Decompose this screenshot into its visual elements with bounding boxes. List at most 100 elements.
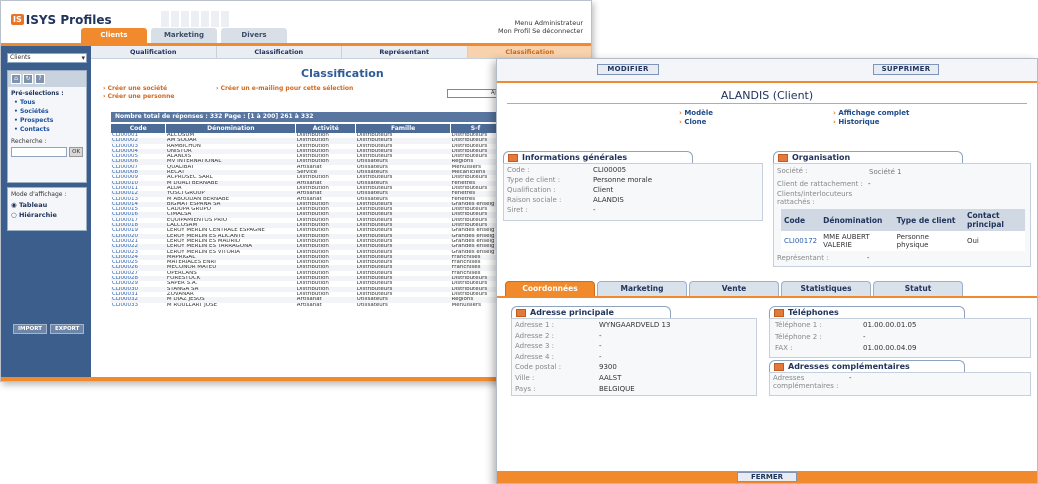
extra-addresses-value: - (849, 374, 852, 382)
create-person-link[interactable]: › Créer une personne (103, 93, 174, 100)
organisation-header: Organisation (773, 151, 963, 163)
preselection-panel: ⌂ ↻ ? Pré-sélections : • Tous • Sociétés… (7, 70, 87, 183)
tab-statut[interactable]: Statut (873, 281, 963, 296)
col-sous-famille[interactable]: S-f (450, 124, 501, 133)
table-row[interactable]: CLI00033 M ROULLART JOSE Artisanat Utilisat… (111, 303, 501, 308)
section-icon (778, 154, 788, 162)
search-row: OK (11, 147, 83, 157)
address-field-value: BELGIQUE (599, 384, 635, 393)
main-tabs: Clients Marketing Divers (81, 28, 291, 43)
subtab-classification[interactable]: Classification (217, 46, 342, 58)
header-decoration (161, 11, 231, 27)
address-field-value: - (599, 331, 602, 340)
subtab-qualification[interactable]: Qualification (91, 46, 217, 58)
code-value: CLI00005 (593, 166, 627, 174)
address-field-label: Adresse 1 : (515, 321, 555, 329)
table-body: CLI00001 ALCOSUM Distribution Distributeurs… (111, 133, 501, 308)
address-field-label: Pays : (515, 384, 536, 393)
tab-marketing[interactable]: Marketing (151, 28, 217, 43)
tab-statistiques[interactable]: Statistiques (781, 281, 871, 296)
address-field-label: Ville : (515, 374, 535, 382)
detail-toolbar: MODIFIER SUPPRIMER (497, 59, 1037, 81)
address-field-label: Adresse 4 : (515, 352, 555, 361)
subtab-classification-active[interactable]: Classification (467, 46, 591, 58)
tab-coordonnees[interactable]: Coordonnées (505, 281, 595, 296)
tab-divers[interactable]: Divers (221, 28, 287, 43)
full-view-link[interactable]: Affichage complet (833, 109, 909, 117)
profile-logout-links[interactable]: Mon Profil Se déconnecter (498, 27, 583, 35)
preselection-societes[interactable]: • Sociétés (8, 107, 86, 116)
modify-button[interactable]: MODIFIER (597, 64, 659, 75)
address-field-value: AALST (599, 374, 622, 382)
help-icon[interactable]: ? (35, 74, 45, 84)
col-activite[interactable]: Activité (295, 124, 357, 133)
entity-select[interactable]: Clients (7, 53, 87, 63)
subtab-representant[interactable]: Représentant (342, 46, 468, 58)
import-button[interactable]: IMPORT (13, 324, 47, 334)
col-denomination[interactable]: Dénomination (165, 124, 297, 133)
extra-addresses-label: Adresses complémentaires : (773, 374, 839, 390)
cell-code[interactable]: CLI00033 (111, 303, 166, 308)
search-label: Recherche : (11, 138, 47, 145)
preselection-all[interactable]: • Tous (8, 98, 86, 107)
clone-link[interactable]: Clone (679, 118, 706, 126)
preselection-prospects[interactable]: • Prospects (8, 116, 86, 125)
radio-hierarchie[interactable]: ○ Hiérarchie (11, 211, 83, 219)
parent-client-label: Client de rattachement : (777, 180, 863, 188)
extra-addresses-header: Adresses complémentaires (769, 360, 965, 372)
client-detail-window: MODIFIER SUPPRIMER ALANDIS (Client) Modè… (496, 58, 1038, 484)
close-button[interactable]: FERMER (737, 472, 797, 482)
company-value: Société 1 (869, 168, 902, 176)
refresh-icon[interactable]: ↻ (23, 74, 33, 84)
import-export-buttons: IMPORT EXPORT (13, 324, 85, 334)
display-mode-panel: Mode d'affichage : ◉ Tableau ○ Hiérarchi… (7, 187, 87, 231)
panel-toolbar: ⌂ ↻ ? (8, 71, 86, 87)
col-famille[interactable]: Famille (355, 124, 451, 133)
history-link[interactable]: Historique (833, 118, 879, 126)
results-count-bar: Nombre total de réponses : 332 Page : [1… (111, 112, 501, 122)
toolbar-accent-line (497, 81, 1037, 83)
clients-table: Code Dénomination Activité Famille S-f C… (111, 124, 501, 308)
search-input[interactable] (11, 147, 68, 157)
phone-field-value: 01.00.00.04.09 (863, 344, 917, 352)
admin-menu-link[interactable]: Menu Administrateur (498, 19, 583, 27)
left-sidebar: Clients ⌂ ↻ ? Pré-sélections : • Tous • … (1, 46, 91, 381)
create-company-link[interactable]: › Créer une société (103, 85, 167, 92)
delete-button[interactable]: SUPPRIMER (873, 64, 939, 75)
export-button[interactable]: EXPORT (49, 324, 85, 334)
address-field-label: Adresse 3 : (515, 342, 555, 351)
tab-vente[interactable]: Vente (689, 281, 779, 296)
phone-field-label: Téléphone 2 : (775, 332, 822, 341)
tab-clients[interactable]: Clients (81, 28, 147, 43)
cell-code[interactable]: CLI00172 (781, 231, 821, 251)
create-emailing-link[interactable]: › Créer un e-mailing pour cette sélectio… (216, 85, 353, 92)
model-link[interactable]: Modèle (679, 109, 713, 117)
table-header-row: Code Dénomination Activité Famille S-f (111, 124, 501, 133)
col-main-contact: Contact principal (963, 209, 1025, 231)
address-field-value: WYNGAARDVELD 13 (599, 321, 671, 329)
cell-client-type: Personne physique (893, 231, 964, 251)
client-type-label: Type de client : (507, 176, 561, 184)
company-name-label: Raison sociale : (507, 196, 562, 204)
table-row[interactable]: CLI00172 MME AUBERT VALERIE Personne phy… (781, 231, 1025, 251)
parent-client-value: - (868, 180, 871, 188)
phone-field-label: FAX : (775, 344, 793, 352)
representative-label: Représentant : (777, 254, 829, 262)
col-code[interactable]: Code (111, 124, 167, 133)
radio-tableau[interactable]: ◉ Tableau (11, 201, 83, 209)
client-type-value: Personne morale (593, 176, 653, 184)
search-ok-button[interactable]: OK (69, 147, 83, 157)
address-field-value: 9300 (599, 363, 617, 372)
home-icon[interactable]: ⌂ (11, 74, 21, 84)
address-field-value: - (599, 352, 602, 361)
app-header: IS ISYS Profiles Clients Marketing Divers… (1, 1, 591, 43)
tab-marketing[interactable]: Marketing (597, 281, 687, 296)
cell-denomination: MME AUBERT VALERIE (820, 231, 894, 251)
section-icon (774, 363, 784, 371)
page-title: Classification (301, 67, 384, 80)
section-icon (516, 309, 526, 317)
client-title: ALANDIS (Client) (720, 89, 814, 102)
siret-value: - (593, 206, 596, 214)
preselection-contacts[interactable]: • Contacts (8, 125, 86, 134)
user-menu: Menu Administrateur Mon Profil Se déconn… (498, 19, 583, 35)
